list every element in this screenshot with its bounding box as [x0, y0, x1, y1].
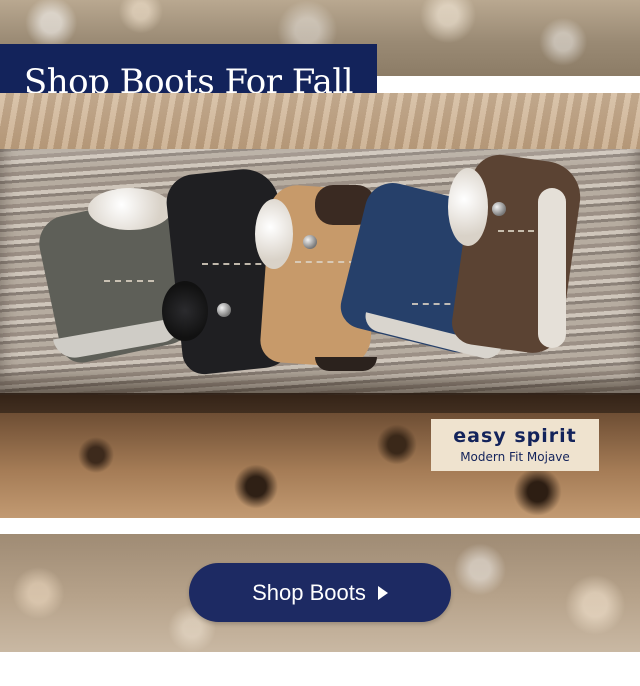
shop-boots-label: Shop Boots — [252, 579, 366, 605]
boot-brown — [448, 151, 585, 358]
brand-logo-text: easy spirit — [453, 425, 577, 447]
play-arrow-icon — [377, 585, 388, 600]
ground-texture — [0, 93, 640, 153]
brand-badge: easy spirit Modern Fit Mojave — [431, 419, 599, 471]
product-model: Modern Fit Mojave — [460, 450, 570, 464]
shop-boots-button[interactable]: Shop Boots — [189, 563, 451, 622]
